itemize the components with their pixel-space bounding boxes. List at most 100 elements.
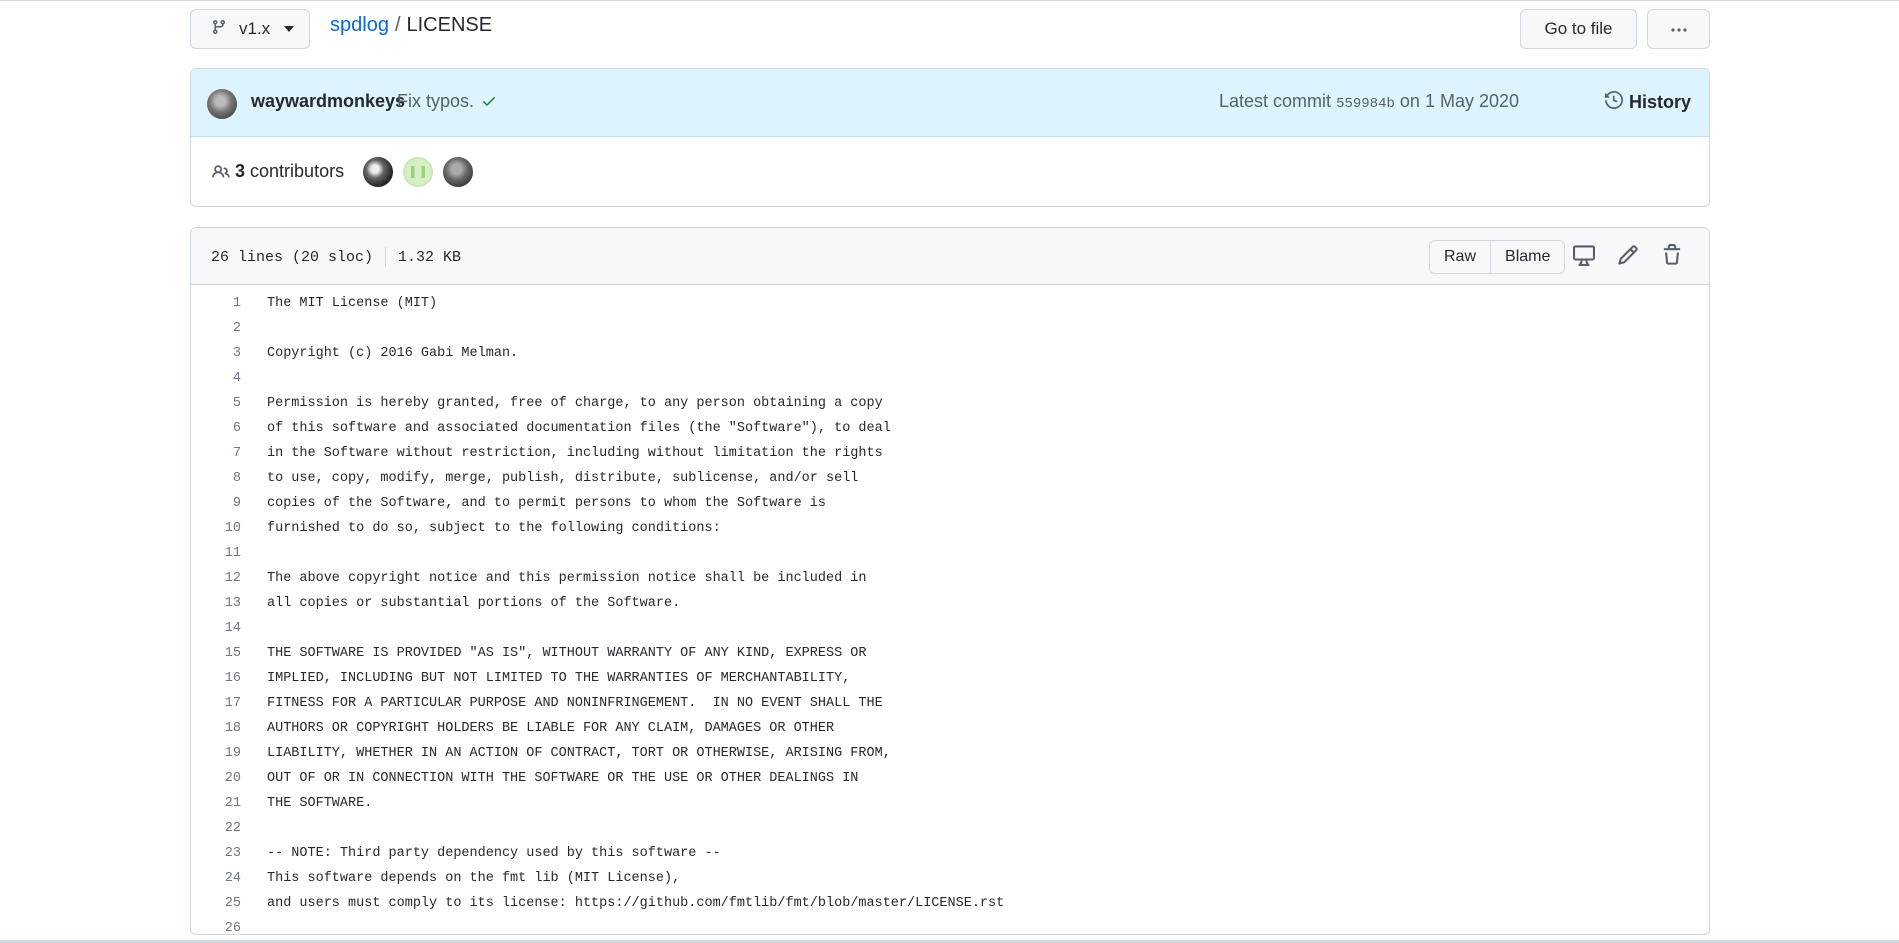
contributor-avatar[interactable] <box>363 157 393 187</box>
branch-select-button[interactable]: v1.x <box>190 9 310 49</box>
code-line: 6 of this software and associated documen… <box>191 416 1709 441</box>
line-text: THE SOFTWARE. <box>267 796 373 811</box>
line-text: -- NOTE: Third party dependency used by … <box>267 846 721 861</box>
commit-date: 1 May 2020 <box>1424 91 1519 111</box>
line-text: of this software and associated document… <box>267 421 891 436</box>
file-content-box: 26 lines (20 sloc) 1.32 KB Raw Blame 1 Th… <box>190 227 1710 935</box>
branch-name: v1.x <box>239 19 271 38</box>
line-text: The above copyright notice and this perm… <box>267 571 867 586</box>
line-number[interactable]: 16 <box>191 671 241 686</box>
file-header: 26 lines (20 sloc) 1.32 KB Raw Blame <box>191 228 1709 285</box>
commit-meta: Latest commit 559984b on 1 May 2020 <box>1219 91 1519 112</box>
code-line: 25 and users must comply to its license: … <box>191 891 1709 916</box>
line-text: and users must comply to its license: ht… <box>267 896 1005 911</box>
commit-sha-link[interactable]: 559984b <box>1336 96 1395 112</box>
line-text: OUT OF OR IN CONNECTION WITH THE SOFTWAR… <box>267 771 859 786</box>
latest-commit-box: waywardmonkeys Fix typos. Latest commit … <box>190 68 1710 207</box>
contributor-avatar[interactable] <box>443 157 473 187</box>
line-text: furnished to do so, subject to the follo… <box>267 521 721 536</box>
go-to-file-button[interactable]: Go to file <box>1520 9 1637 49</box>
author-avatar[interactable] <box>207 89 237 119</box>
line-number[interactable]: 4 <box>191 371 241 386</box>
line-number[interactable]: 19 <box>191 746 241 761</box>
line-text: to use, copy, modify, merge, publish, di… <box>267 471 859 486</box>
latest-commit-label: Latest commit <box>1219 91 1332 111</box>
kebab-horizontal-icon <box>1670 20 1688 38</box>
code-line: 13 all copies or substantial portions of … <box>191 591 1709 616</box>
check-icon[interactable] <box>481 93 497 114</box>
code-line: 22 <box>191 816 1709 841</box>
line-text: THE SOFTWARE IS PROVIDED "AS IS", WITHOU… <box>267 646 867 661</box>
breadcrumb-file-name: LICENSE <box>406 14 493 36</box>
line-number[interactable]: 22 <box>191 821 241 836</box>
line-number[interactable]: 5 <box>191 396 241 411</box>
line-number[interactable]: 23 <box>191 846 241 861</box>
line-number[interactable]: 2 <box>191 321 241 336</box>
line-number[interactable]: 13 <box>191 596 241 611</box>
commit-message-link[interactable]: Fix typos. <box>397 91 474 112</box>
caret-down-icon <box>284 26 295 32</box>
trash-icon[interactable] <box>1661 244 1683 271</box>
line-number[interactable]: 14 <box>191 621 241 636</box>
line-number[interactable]: 12 <box>191 571 241 586</box>
code-line: 23 -- NOTE: Third party dependency used b… <box>191 841 1709 866</box>
line-text: all copies or substantial portions of th… <box>267 596 681 611</box>
line-number[interactable]: 7 <box>191 446 241 461</box>
breadcrumb: spdlog / LICENSE <box>330 12 492 38</box>
code-line: 17 FITNESS FOR A PARTICULAR PURPOSE AND N… <box>191 691 1709 716</box>
file-size: 1.32 KB <box>398 248 462 266</box>
line-number[interactable]: 21 <box>191 796 241 811</box>
code-line: 21 THE SOFTWARE. <box>191 791 1709 816</box>
line-number[interactable]: 1 <box>191 296 241 311</box>
line-number[interactable]: 26 <box>191 921 241 934</box>
line-number[interactable]: 3 <box>191 346 241 361</box>
raw-button[interactable]: Raw <box>1430 241 1491 273</box>
commit-header: waywardmonkeys Fix typos. Latest commit … <box>191 69 1709 137</box>
line-number[interactable]: 15 <box>191 646 241 661</box>
code-line: 19 LIABILITY, WHETHER IN AN ACTION OF CON… <box>191 741 1709 766</box>
line-number[interactable]: 18 <box>191 721 241 736</box>
git-branch-icon <box>211 19 227 40</box>
code-line: 10 furnished to do so, subject to the fol… <box>191 516 1709 541</box>
line-text: LIABILITY, WHETHER IN AN ACTION OF CONTR… <box>267 746 891 761</box>
code-line: 9 copies of the Software, and to permit p… <box>191 491 1709 516</box>
line-text: This software depends on the fmt lib (MI… <box>267 871 681 886</box>
contributors-link[interactable]: 3 contributors <box>235 161 344 182</box>
line-text: AUTHORS OR COPYRIGHT HOLDERS BE LIABLE F… <box>267 721 835 736</box>
desktop-icon[interactable] <box>1573 244 1595 271</box>
line-text: in the Software without restriction, inc… <box>267 446 883 461</box>
code-line: 11 <box>191 541 1709 566</box>
line-number[interactable]: 20 <box>191 771 241 786</box>
line-number[interactable]: 17 <box>191 696 241 711</box>
code-line: 20 OUT OF OR IN CONNECTION WITH THE SOFTW… <box>191 766 1709 791</box>
code-line: 15 THE SOFTWARE IS PROVIDED "AS IS", WITH… <box>191 641 1709 666</box>
history-label: History <box>1628 92 1691 112</box>
breadcrumb-repo-link[interactable]: spdlog <box>330 14 389 36</box>
people-icon <box>211 163 231 186</box>
more-options-button[interactable] <box>1647 9 1710 49</box>
code-line: 8 to use, copy, modify, merge, publish, d… <box>191 466 1709 491</box>
contributor-avatar[interactable] <box>403 157 433 187</box>
commit-author-link[interactable]: waywardmonkeys <box>251 91 405 112</box>
history-icon <box>1604 90 1623 114</box>
line-text: copies of the Software, and to permit pe… <box>267 496 826 511</box>
code-line: 18 AUTHORS OR COPYRIGHT HOLDERS BE LIABLE… <box>191 716 1709 741</box>
line-text: FITNESS FOR A PARTICULAR PURPOSE AND NON… <box>267 696 883 711</box>
line-text: The MIT License (MIT) <box>267 296 438 311</box>
line-number[interactable]: 8 <box>191 471 241 486</box>
line-number[interactable]: 24 <box>191 871 241 886</box>
line-number[interactable]: 6 <box>191 421 241 436</box>
blame-button[interactable]: Blame <box>1490 241 1565 273</box>
line-text: Permission is hereby granted, free of ch… <box>267 396 883 411</box>
history-link[interactable]: History <box>1604 90 1691 114</box>
file-info-divider <box>385 247 387 267</box>
code-line: 12 The above copyright notice and this pe… <box>191 566 1709 591</box>
line-number[interactable]: 25 <box>191 896 241 911</box>
line-number[interactable]: 10 <box>191 521 241 536</box>
pencil-icon[interactable] <box>1617 244 1639 271</box>
line-number[interactable]: 9 <box>191 496 241 511</box>
contributors-label: contributors <box>250 161 345 181</box>
commit-date-prefix: on <box>1399 91 1420 111</box>
file-view-buttons: Raw Blame <box>1429 240 1566 274</box>
line-number[interactable]: 11 <box>191 546 241 561</box>
